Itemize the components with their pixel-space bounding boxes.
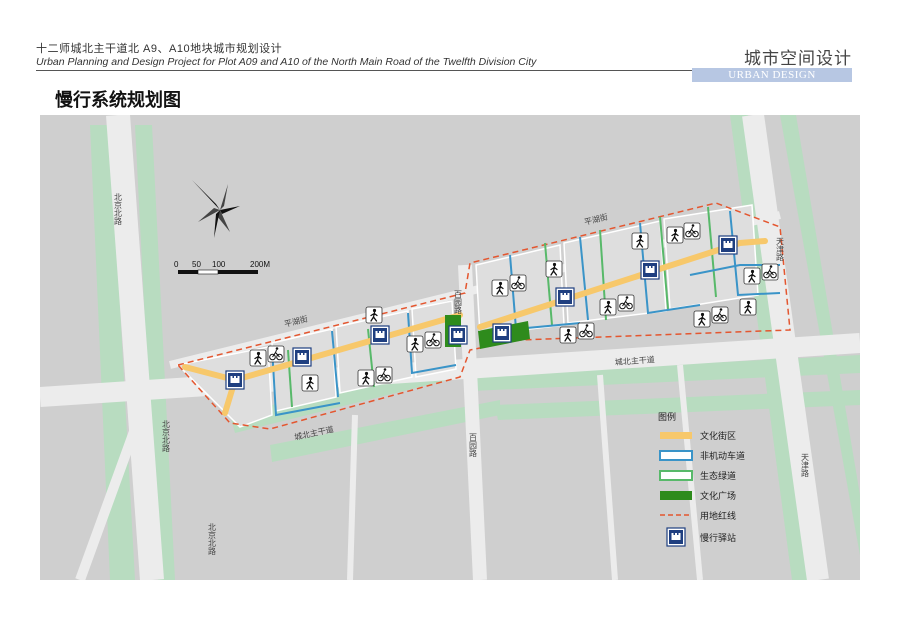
slow-travel-station-icon [640,260,660,280]
legend-swatch-culture-plaza [660,491,692,500]
legend-swatch-greenway [659,470,693,481]
pedestrian-icon [365,306,383,324]
legend-label: 生态绿道 [700,470,736,481]
pedestrian-icon [406,335,424,353]
scale-tick: 100 [212,260,226,269]
map-canvas: 北京北路 北京北路 北京北路 平湖街 平湖街 百园路 百园路 城北主干道 城北主… [40,115,860,580]
slow-travel-station-icon [555,287,575,307]
brand-en: URBAN DESIGN [728,69,816,81]
road-label: 北京北路 [162,420,171,452]
scale-tick: 200M [250,260,270,269]
header-title-cn: 十二师城北主干道北 A9、A10地块城市规划设计 [36,43,283,55]
pedestrian-icon [301,374,319,392]
road-label: 北京北路 [114,193,123,225]
legend-label: 文化广场 [700,490,736,501]
scale-tick: 50 [192,260,201,269]
slow-travel-station-icon [492,323,512,343]
header-title-en: Urban Planning and Design Project for Pl… [36,56,537,68]
slow-travel-station-icon [370,325,390,345]
bicycle-icon [267,345,285,363]
pedestrian-icon [666,226,684,244]
pedestrian-icon [631,232,649,250]
bicycle-icon [424,331,442,349]
legend-swatch-bike-lane [659,450,693,461]
legend-title: 图例 [658,411,676,422]
road-label: 天津路 [801,453,810,477]
pedestrian-icon [599,298,617,316]
legend-station-icon [666,527,686,547]
pedestrian-icon [743,267,761,285]
pedestrian-icon [693,310,711,328]
pedestrian-icon [739,298,757,316]
legend-label: 非机动车道 [700,450,745,461]
slow-travel-station-icon [292,347,312,367]
legend-label: 用地红线 [700,510,736,521]
pedestrian-icon [559,326,577,344]
slow-travel-station-icon [448,325,468,345]
bicycle-icon [711,306,729,324]
road-label: 北京北路 [208,523,217,555]
legend-label: 慢行驿站 [700,532,736,543]
legend-label: 文化街区 [700,430,736,441]
slow-travel-station-icon [718,235,738,255]
slow-travel-station-icon [225,370,245,390]
bicycle-icon [683,222,701,240]
header-divider [36,70,696,71]
pedestrian-icon [491,279,509,297]
bicycle-icon [617,294,635,312]
bicycle-icon [509,274,527,292]
bicycle-icon [761,263,779,281]
pedestrian-icon [249,349,267,367]
road-label: 天津路 [776,237,785,261]
road-label: 百园路 [469,433,478,457]
bicycle-icon [375,366,393,384]
scale-tick: 0 [174,260,179,269]
brand-cn: 城市空间设计 [744,49,852,68]
bicycle-icon [577,322,595,340]
page-title: 慢行系统规划图 [55,90,181,110]
pedestrian-icon [357,369,375,387]
legend-swatch-culture-street [660,432,692,439]
road-label: 百园路 [454,290,463,314]
pedestrian-icon [545,260,563,278]
